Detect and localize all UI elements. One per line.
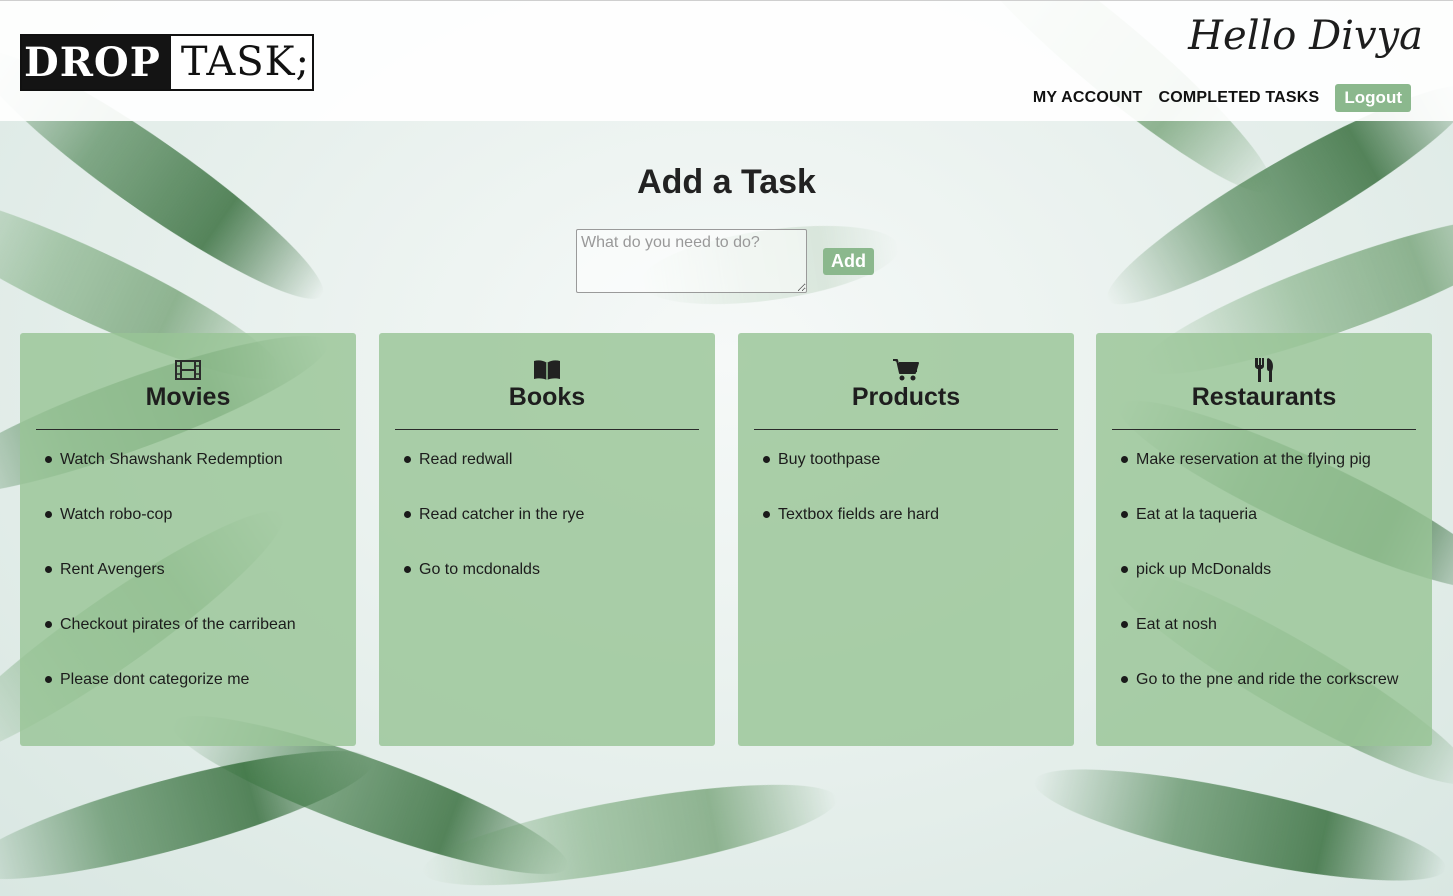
task-input[interactable] — [576, 229, 807, 293]
top-nav: MY ACCOUNT COMPLETED TASKS Logout — [1033, 84, 1411, 112]
task-item[interactable]: Buy toothpase — [763, 448, 1064, 471]
film-icon — [20, 357, 356, 381]
task-item[interactable]: Watch robo-cop — [45, 503, 346, 526]
column-title: Books — [508, 383, 586, 411]
my-account-link[interactable]: MY ACCOUNT — [1033, 89, 1143, 107]
greeting: Hello Divya — [1188, 13, 1423, 59]
column-restaurants[interactable]: Restaurants Make reservation at the flyi… — [1096, 333, 1432, 746]
task-item[interactable]: Read catcher in the rye — [404, 503, 705, 526]
task-list: Make reservation at the flying pig Eat a… — [1096, 430, 1432, 691]
task-item[interactable]: Watch Shawshank Redemption — [45, 448, 346, 471]
completed-tasks-link[interactable]: COMPLETED TASKS — [1158, 89, 1319, 107]
column-products[interactable]: Products Buy toothpase Textbox fields ar… — [738, 333, 1074, 746]
task-item[interactable]: Textbox fields are hard — [763, 503, 1064, 526]
task-item[interactable]: Eat at nosh — [1121, 613, 1422, 636]
task-list: Read redwall Read catcher in the rye Go … — [379, 430, 715, 581]
cart-icon — [738, 357, 1074, 381]
add-task-form: Add — [576, 229, 874, 293]
column-title: Products — [851, 383, 961, 411]
task-item[interactable]: Rent Avengers — [45, 558, 346, 581]
book-icon — [379, 357, 715, 381]
task-item[interactable]: Go to the pne and ride the corkscrew — [1121, 668, 1422, 691]
add-button[interactable]: Add — [823, 247, 874, 275]
header: DROP TASK; Hello Divya MY ACCOUNT COMPLE… — [0, 0, 1453, 121]
column-books[interactable]: Books Read redwall Read catcher in the r… — [379, 333, 715, 746]
task-item[interactable]: Make reservation at the flying pig — [1121, 448, 1422, 471]
utensils-icon — [1096, 357, 1432, 382]
task-item[interactable]: Checkout pirates of the carribean — [45, 613, 346, 636]
logo[interactable]: DROP TASK; — [20, 34, 314, 91]
task-list: Buy toothpase Textbox fields are hard — [738, 430, 1074, 526]
add-task-title: Add a Task — [637, 163, 816, 201]
task-item[interactable]: Eat at la taqueria — [1121, 503, 1422, 526]
column-title: Restaurants — [1191, 383, 1337, 411]
logout-button[interactable]: Logout — [1335, 84, 1411, 112]
task-list: Watch Shawshank Redemption Watch robo-co… — [20, 430, 356, 691]
column-movies[interactable]: Movies Watch Shawshank Redemption Watch … — [20, 333, 356, 746]
logo-task-text: TASK; — [170, 36, 312, 89]
task-item[interactable]: Read redwall — [404, 448, 705, 471]
task-item[interactable]: Go to mcdonalds — [404, 558, 705, 581]
column-title: Movies — [145, 383, 231, 411]
task-item[interactable]: pick up McDonalds — [1121, 558, 1422, 581]
task-item[interactable]: Please dont categorize me — [45, 668, 346, 691]
logo-drop-text: DROP — [22, 36, 171, 89]
